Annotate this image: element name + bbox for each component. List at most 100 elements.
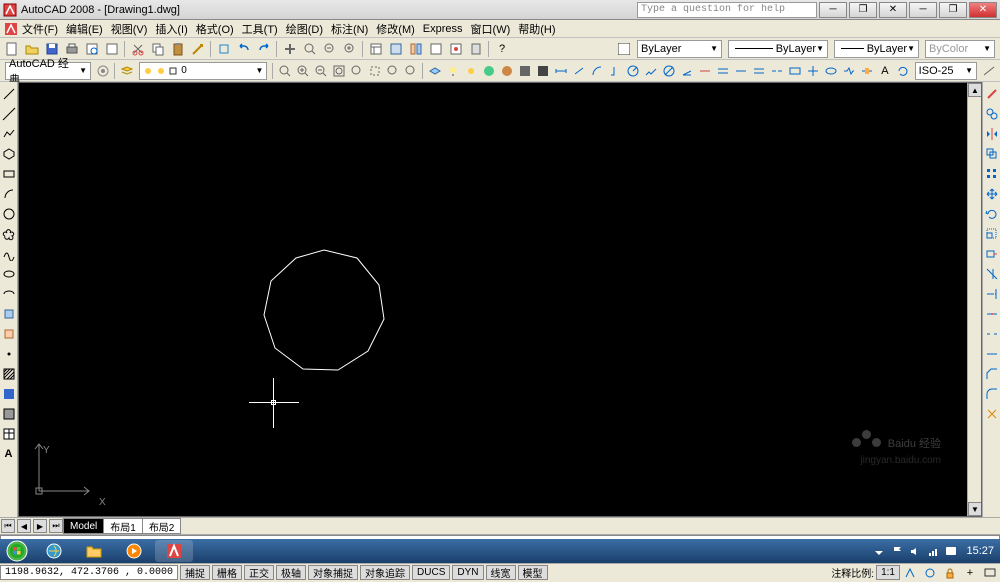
move-icon[interactable] [983,185,1000,203]
tab-last-icon[interactable]: ⏭ [49,519,63,533]
block-editor-icon[interactable] [215,40,233,58]
copy-icon[interactable] [149,40,167,58]
hatch-icon[interactable] [0,365,18,383]
break-point-icon[interactable] [983,305,1000,323]
drawing-canvas[interactable]: Y X ▲ ▼ Baidu 经验 jingyan.baidu.com [18,82,982,517]
menu-window[interactable]: 窗口(W) [471,21,511,37]
cut-icon[interactable] [129,40,147,58]
grid-toggle[interactable]: 栅格 [212,565,242,580]
layer-prop-icon[interactable] [119,62,135,80]
snap-toggle[interactable]: 捕捉 [180,565,210,580]
workspace-settings-icon[interactable] [95,62,111,80]
line-icon[interactable] [0,85,18,103]
dim-arc-icon[interactable] [589,62,605,80]
anno-auto-icon[interactable] [921,564,939,582]
menu-file[interactable]: 文件(F) [22,21,58,37]
zoom-realtime-icon[interactable] [301,40,319,58]
ortho-toggle[interactable]: 正交 [244,565,274,580]
task-explorer[interactable] [75,540,113,562]
task-autocad[interactable] [155,540,193,562]
design-center-icon[interactable] [387,40,405,58]
dyn-toggle[interactable]: DYN [452,565,483,580]
layer-combo[interactable]: 0 ▼ [139,62,268,80]
circle-icon[interactable] [0,205,18,223]
task-media[interactable] [115,540,153,562]
tab-prev-icon[interactable]: ◀ [17,519,31,533]
clock[interactable]: 15:27 [966,545,994,557]
join-icon[interactable] [983,345,1000,363]
zoom-dynamic-icon[interactable] [367,62,383,80]
menu-view[interactable]: 视图(V) [111,21,148,37]
otrack-toggle[interactable]: 对象追踪 [360,565,410,580]
anno-vis-icon[interactable] [901,564,919,582]
make-block-icon[interactable] [0,325,18,343]
layer-iso-icon[interactable] [427,62,443,80]
tab-model[interactable]: Model [63,518,104,534]
zoom-all-icon[interactable] [331,62,347,80]
dimstyle-icon[interactable] [981,62,997,80]
match-prop-icon[interactable] [189,40,207,58]
zoom-in-icon[interactable] [295,62,311,80]
offset-icon[interactable] [983,145,1000,163]
anno-scale-value[interactable]: 1:1 [876,565,900,580]
menu-edit[interactable]: 编辑(E) [66,21,103,37]
mirror-icon[interactable] [983,125,1000,143]
dim-aligned-icon[interactable] [571,62,587,80]
trim-icon[interactable] [983,265,1000,283]
dim-inspect-icon[interactable] [823,62,839,80]
dim-space-icon[interactable] [751,62,767,80]
tolerance-icon[interactable] [787,62,803,80]
break-icon[interactable] [983,325,1000,343]
markup-icon[interactable] [447,40,465,58]
fillet-icon[interactable] [983,385,1000,403]
zoom-center-icon[interactable] [349,62,365,80]
materials-icon[interactable] [499,62,515,80]
light-icon[interactable] [445,62,461,80]
doc-close-button[interactable]: ✕ [879,2,907,18]
menu-dimension[interactable]: 标注(N) [331,21,368,37]
rectangle-icon[interactable] [0,165,18,183]
osnap-toggle[interactable]: 对象捕捉 [308,565,358,580]
menu-modify[interactable]: 修改(M) [376,21,415,37]
dim-quick-icon[interactable] [697,62,713,80]
workspace-combo[interactable]: AutoCAD 经典▼ [5,62,91,80]
tray-ime-icon[interactable] [944,544,958,558]
scroll-up-icon[interactable]: ▲ [968,83,982,97]
tab-next-icon[interactable]: ▶ [33,519,47,533]
tool-palettes-icon[interactable] [407,40,425,58]
dim-jogged-icon[interactable] [643,62,659,80]
pan-icon[interactable] [281,40,299,58]
ellipse-icon[interactable] [0,265,18,283]
tray-flag-icon[interactable] [890,544,904,558]
zoom-scale-icon[interactable] [385,62,401,80]
paste-icon[interactable] [169,40,187,58]
erase-icon[interactable] [983,85,1000,103]
ducs-toggle[interactable]: DUCS [412,565,450,580]
tray-notify-icon[interactable] [872,544,886,558]
dim-edit-icon[interactable] [859,62,875,80]
dim-break-icon[interactable] [769,62,785,80]
vertical-scrollbar[interactable]: ▲ ▼ [967,83,981,516]
dim-jog-line-icon[interactable] [841,62,857,80]
advanced-render-icon[interactable] [535,62,551,80]
minimize-button[interactable]: ─ [909,2,937,18]
dim-update-icon[interactable] [895,62,911,80]
zoom-object-icon[interactable] [403,62,419,80]
status-plus-icon[interactable]: + [961,564,979,582]
insert-block-icon[interactable] [0,305,18,323]
dimstyle-combo[interactable]: ISO-25▼ [915,62,977,80]
render-icon[interactable] [481,62,497,80]
center-mark-icon[interactable] [805,62,821,80]
stretch-icon[interactable] [983,245,1000,263]
ellipse-arc-icon[interactable] [0,285,18,303]
scroll-down-icon[interactable]: ▼ [968,502,982,516]
render-env-icon[interactable] [517,62,533,80]
layer-color-combo[interactable]: ByLayer▼ [637,40,722,58]
plotstyle-combo[interactable]: ByColor▼ [925,40,995,58]
dim-angular-icon[interactable] [679,62,695,80]
xline-icon[interactable] [0,105,18,123]
publish-icon[interactable] [103,40,121,58]
clean-screen-icon[interactable] [981,564,999,582]
menu-draw[interactable]: 绘图(D) [286,21,323,37]
linetype-combo[interactable]: ByLayer▼ [728,40,828,58]
